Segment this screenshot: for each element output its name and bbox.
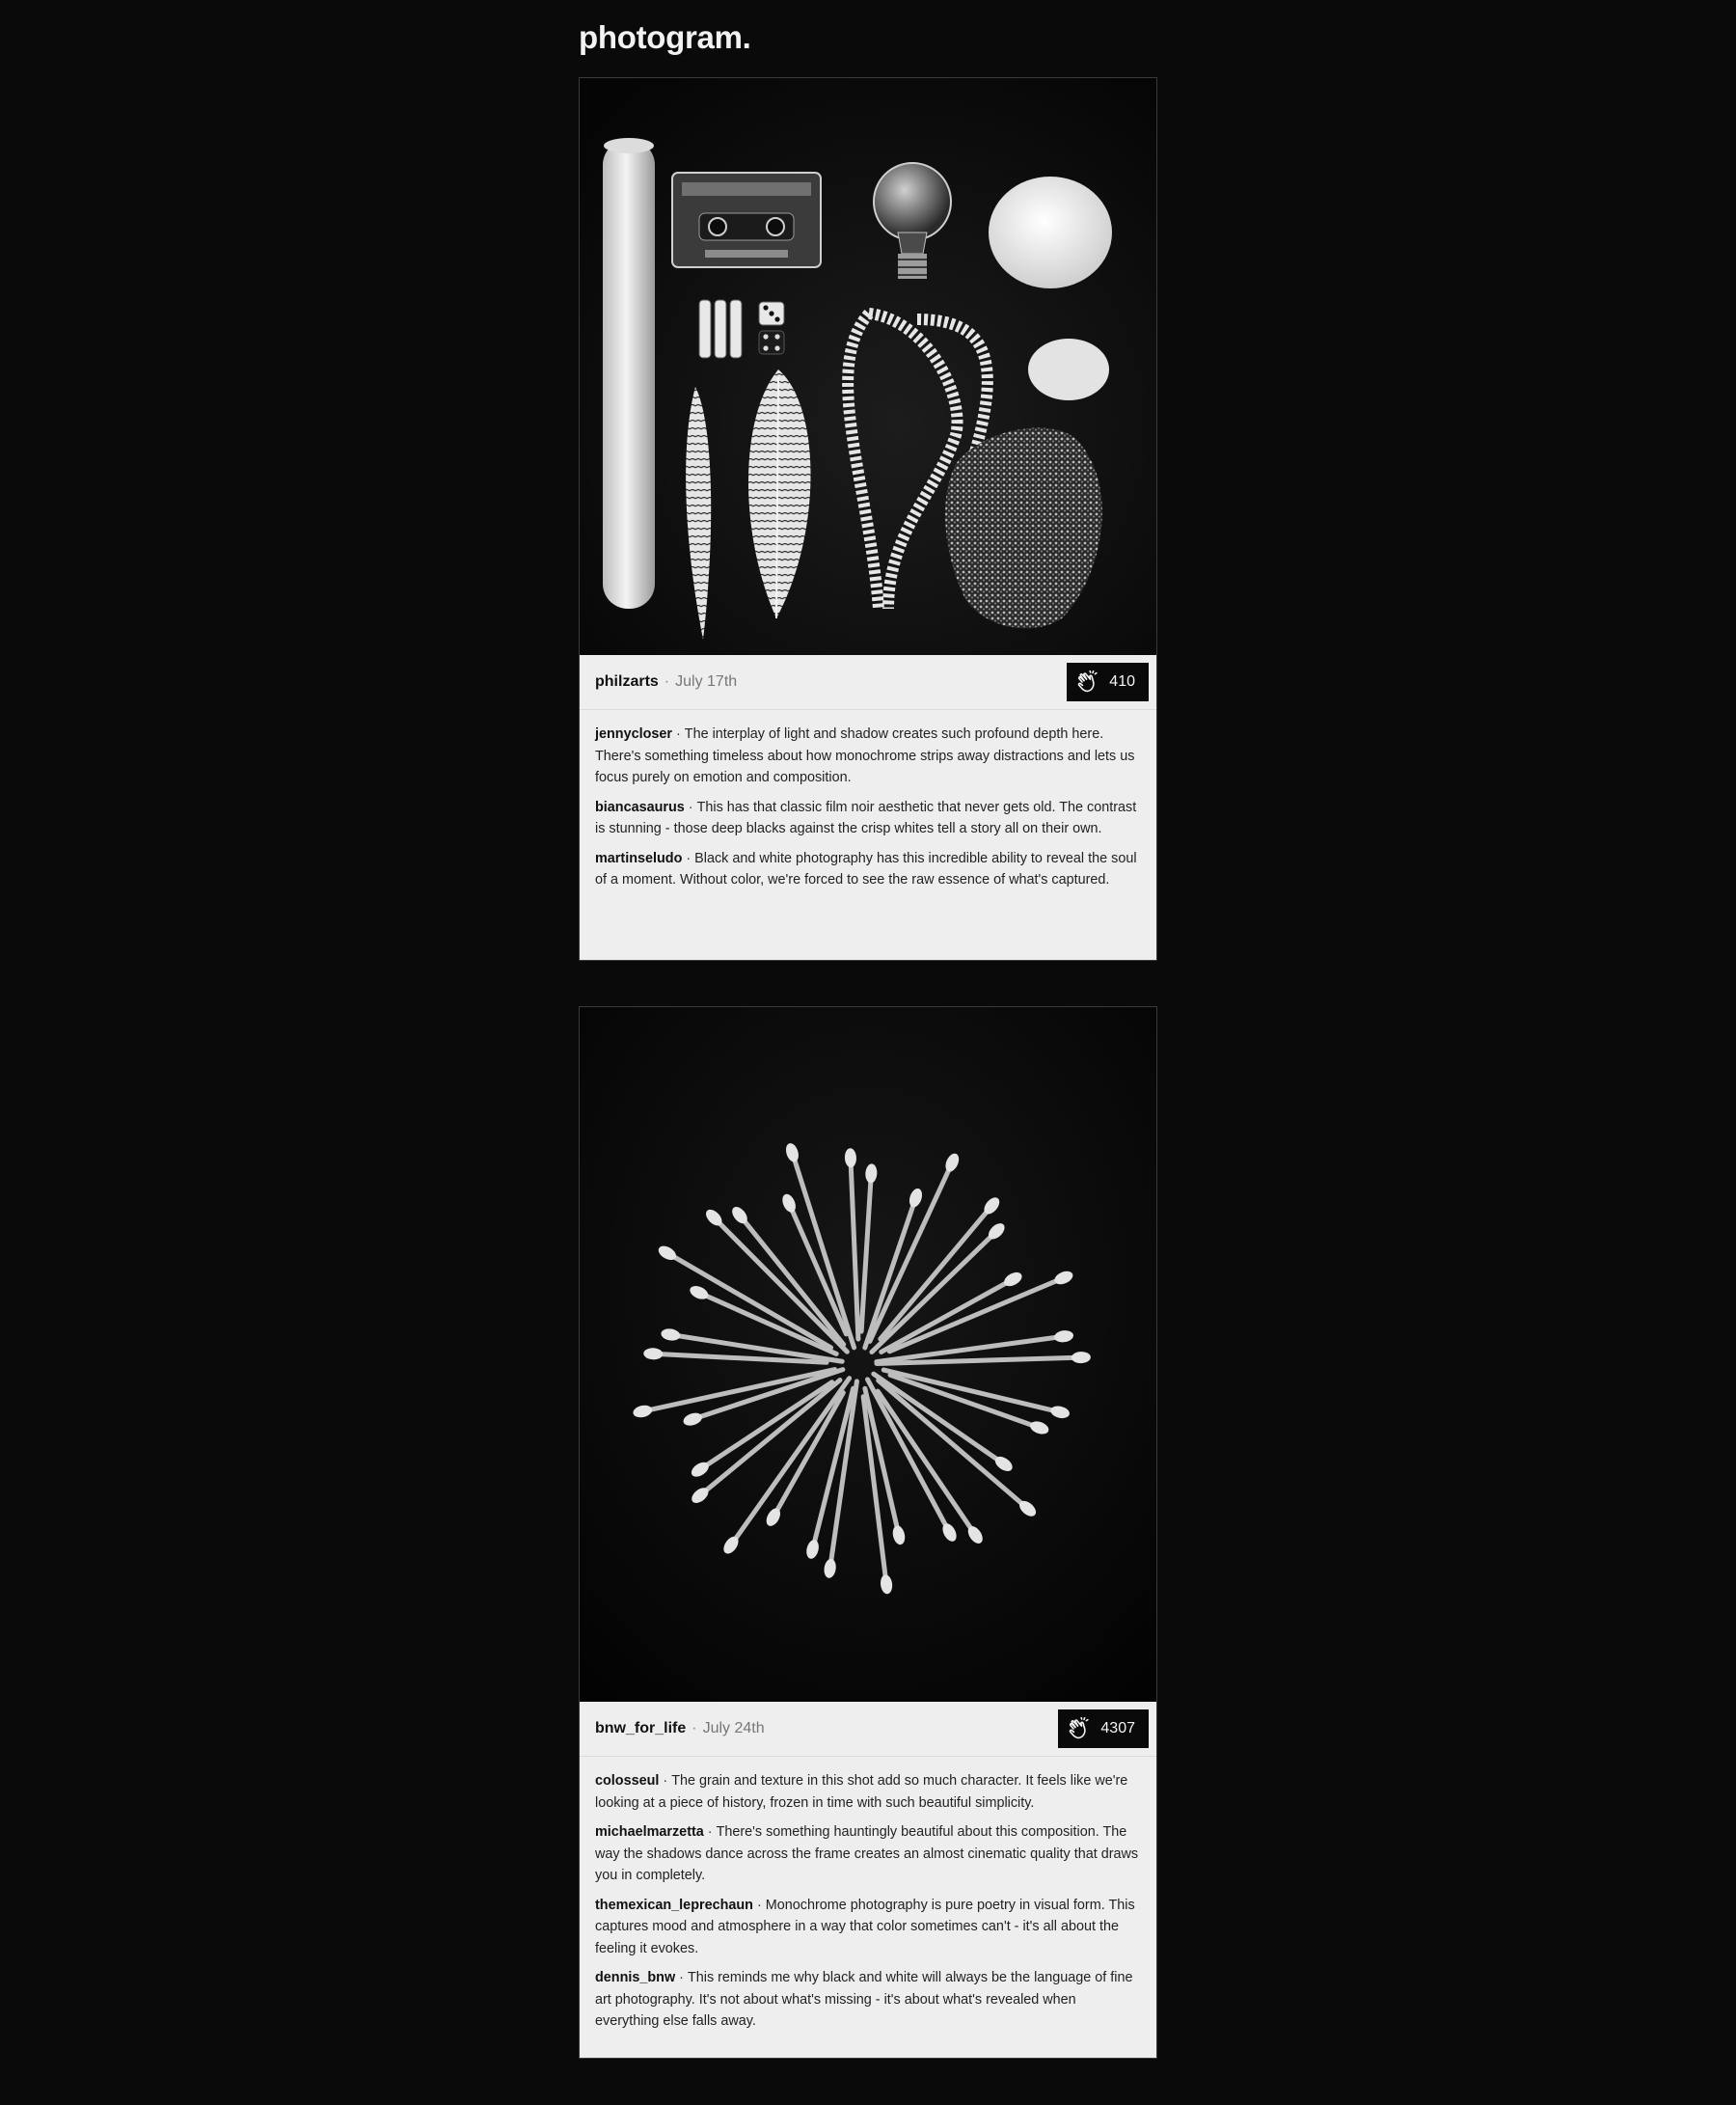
comment-user[interactable]: jennycloser (595, 726, 672, 742)
post-date: July 17th (675, 673, 738, 690)
comment-separator: · (707, 1824, 713, 1840)
comment-separator: · (756, 1897, 762, 1913)
comment-separator: · (688, 799, 693, 815)
comment-separator: · (686, 850, 692, 866)
comment-text: The grain and texture in this shot add s… (595, 1773, 1128, 1811)
comment-user[interactable]: michaelmarzetta (595, 1824, 704, 1840)
app: photogram. philzarts · July 17th 410 jen… (0, 0, 1736, 2105)
post-meta: bnw_for_life · July 24th 4307 (580, 1702, 1156, 1757)
post-meta: philzarts · July 17th 410 (580, 655, 1156, 710)
comment: colosseul · The grain and texture in this … (595, 1770, 1141, 1814)
comment-user[interactable]: themexican_leprechaun (595, 1898, 753, 1913)
comment: michaelmarzetta · There's something haunti… (595, 1821, 1141, 1887)
clapping-hands-icon (1076, 670, 1098, 694)
comment: dennis_bnw · This reminds me why black and… (595, 1967, 1141, 2033)
clapping-hands-icon (1068, 1717, 1090, 1740)
clap-button[interactable]: 410 (1067, 663, 1149, 701)
comment-user[interactable]: colosseul (595, 1773, 659, 1789)
comment: jennycloser · The interplay of light and s… (595, 724, 1141, 789)
flat-lay-photo (580, 78, 1156, 655)
comment-user[interactable]: dennis_bnw (595, 1970, 675, 1985)
clap-count: 4307 (1100, 1720, 1135, 1736)
post-photo[interactable] (580, 78, 1156, 655)
meta-separator: · (664, 673, 670, 690)
brand-logo[interactable]: photogram. (579, 19, 751, 56)
comment-user[interactable]: martinseludo (595, 851, 682, 866)
post-photo[interactable] (580, 1007, 1156, 1702)
clap-count: 410 (1109, 673, 1135, 690)
comment: themexican_leprechaun · Monochrome photogr… (595, 1895, 1141, 1960)
post-card: bnw_for_life · July 24th 4307 colosseul ·… (579, 1006, 1157, 2059)
comment-separator: · (663, 1773, 668, 1789)
clap-button[interactable]: 4307 (1058, 1709, 1149, 1748)
comment-user[interactable]: biancasaurus (595, 800, 685, 815)
post-date: July 24th (702, 1720, 765, 1736)
comment-list: jennycloser · The interplay of light and s… (580, 710, 1156, 891)
comment-text: This reminds me why black and white will… (595, 1970, 1133, 2029)
comment: biancasaurus · This has that classic film … (595, 797, 1141, 840)
post-author[interactable]: bnw_for_life (595, 1720, 686, 1737)
comment-list: colosseul · The grain and texture in this … (580, 1757, 1156, 2033)
comment: martinseludo · Black and white photography… (595, 848, 1141, 891)
post-card: philzarts · July 17th 410 jennycloser · Th… (579, 77, 1157, 961)
cotton-swab-photo (580, 1007, 1156, 1702)
post-author[interactable]: philzarts (595, 673, 659, 691)
meta-separator: · (692, 1720, 697, 1736)
comment-separator: · (676, 726, 681, 742)
comment-separator: · (679, 1970, 684, 1985)
